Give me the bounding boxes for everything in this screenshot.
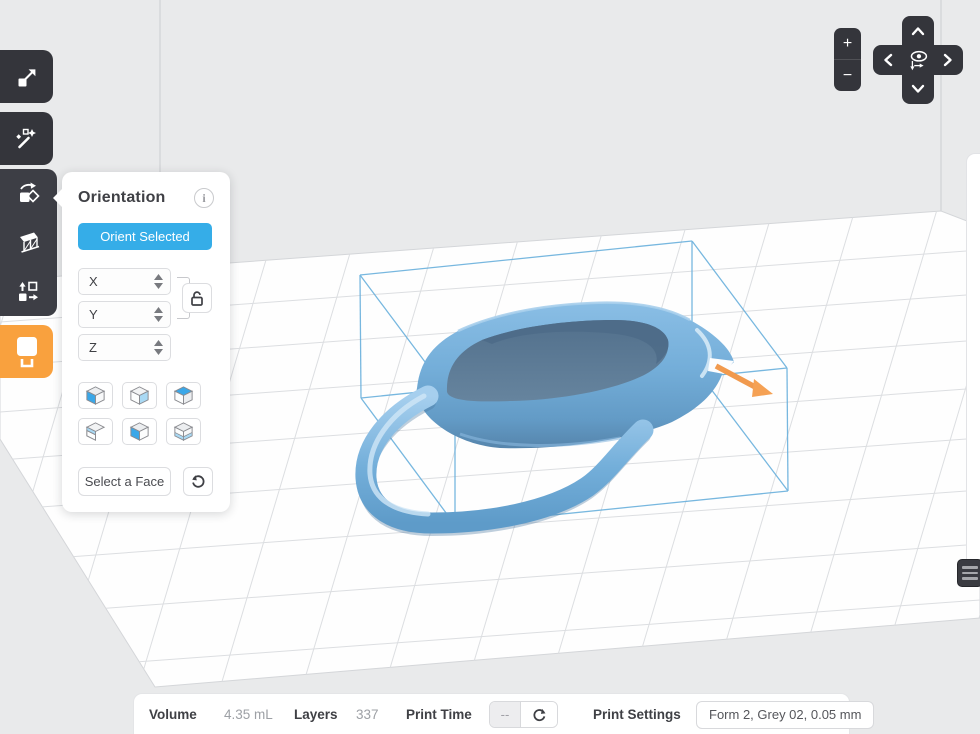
tool-one-click-print-button[interactable] <box>0 112 53 165</box>
info-icon[interactable]: i <box>194 188 214 208</box>
cube-left-icon <box>128 420 151 443</box>
print-settings-label: Print Settings <box>593 694 681 734</box>
chevron-right-icon <box>942 52 954 68</box>
zoom-out-button[interactable]: − <box>834 60 861 91</box>
axis-x-label: X <box>89 274 154 289</box>
chevron-up-icon <box>910 25 926 37</box>
refresh-print-time-button[interactable] <box>520 702 557 727</box>
volume-value: 4.35 mL <box>224 694 273 734</box>
volume-label: Volume <box>149 694 197 734</box>
panel-pointer <box>53 189 62 207</box>
tool-group-prepare <box>0 169 57 316</box>
unlock-icon <box>189 290 205 307</box>
pan-left-button[interactable] <box>877 49 899 71</box>
layer-slider-handle[interactable] <box>957 559 980 587</box>
zoom-control: + − <box>834 28 861 91</box>
cube-right-button[interactable] <box>122 382 157 409</box>
orient-icon <box>15 180 42 207</box>
stepper-down-icon[interactable] <box>154 283 163 289</box>
supports-icon <box>15 229 42 256</box>
layers-value: 337 <box>356 694 379 734</box>
layout-icon <box>15 278 42 305</box>
cube-front-button[interactable] <box>78 382 113 409</box>
print-time-group: -- <box>489 694 558 734</box>
tool-layout-button[interactable] <box>0 267 57 316</box>
stepper-down-icon[interactable] <box>154 316 163 322</box>
cube-bottom-button[interactable] <box>166 418 201 445</box>
pan-dpad <box>873 16 963 104</box>
pan-up-button[interactable] <box>907 20 929 42</box>
cube-left-button[interactable] <box>122 418 157 445</box>
select-face-button[interactable]: Select a Face <box>78 467 171 496</box>
layers-icon <box>962 577 978 579</box>
cube-top-icon <box>172 384 195 407</box>
print-button[interactable] <box>0 325 53 378</box>
axis-inputs: X Y Z <box>78 268 171 361</box>
axis-y-label: Y <box>89 307 154 322</box>
orientation-cube-grid <box>78 382 201 445</box>
chevron-left-icon <box>882 52 894 68</box>
cube-top-button[interactable] <box>166 382 201 409</box>
rotate-reset-icon <box>190 473 207 490</box>
xy-lock-button[interactable] <box>182 283 212 313</box>
axis-z-field[interactable]: Z <box>78 334 171 361</box>
refresh-icon <box>531 707 547 723</box>
reset-view-button[interactable] <box>903 45 933 75</box>
axis-y-field[interactable]: Y <box>78 301 171 328</box>
stepper-up-icon[interactable] <box>154 340 163 346</box>
reset-orientation-button[interactable] <box>183 467 213 496</box>
stepper-down-icon[interactable] <box>154 349 163 355</box>
stepper-up-icon[interactable] <box>154 307 163 313</box>
print-time-label: Print Time <box>406 694 472 734</box>
axis-x-stepper[interactable] <box>154 274 163 289</box>
panel-title: Orientation <box>78 189 166 207</box>
view-eye-icon <box>904 46 932 74</box>
stepper-up-icon[interactable] <box>154 274 163 280</box>
axis-z-label: Z <box>89 340 154 355</box>
tool-scale-button[interactable] <box>0 50 53 103</box>
tool-orientation-button[interactable] <box>0 169 57 218</box>
cube-back-icon <box>84 420 107 443</box>
chevron-down-icon <box>910 83 926 95</box>
orientation-panel: Orientation i Orient Selected X Y Z <box>62 172 230 512</box>
axis-z-stepper[interactable] <box>154 340 163 355</box>
orient-selected-button[interactable]: Orient Selected <box>78 223 212 250</box>
layer-slider-track[interactable] <box>966 153 980 585</box>
axis-y-stepper[interactable] <box>154 307 163 322</box>
cube-right-icon <box>128 384 151 407</box>
magic-wand-icon <box>14 126 40 152</box>
zoom-in-button[interactable]: + <box>834 28 861 60</box>
cube-back-button[interactable] <box>78 418 113 445</box>
scale-icon <box>14 64 40 90</box>
pan-right-button[interactable] <box>937 49 959 71</box>
status-bar: Volume 4.35 mL Layers 337 Print Time -- … <box>133 693 850 734</box>
tool-supports-button[interactable] <box>0 218 57 267</box>
print-settings-button[interactable]: Form 2, Grey 02, 0.05 mm <box>696 701 874 729</box>
print-time-value: -- <box>490 702 520 727</box>
axis-x-field[interactable]: X <box>78 268 171 295</box>
layers-icon <box>962 566 978 568</box>
layers-label: Layers <box>294 694 338 734</box>
cartridge-icon <box>12 334 42 370</box>
layers-icon <box>962 572 978 574</box>
cube-front-icon <box>84 384 107 407</box>
pan-down-button[interactable] <box>907 78 929 100</box>
cube-bottom-icon <box>172 420 195 443</box>
